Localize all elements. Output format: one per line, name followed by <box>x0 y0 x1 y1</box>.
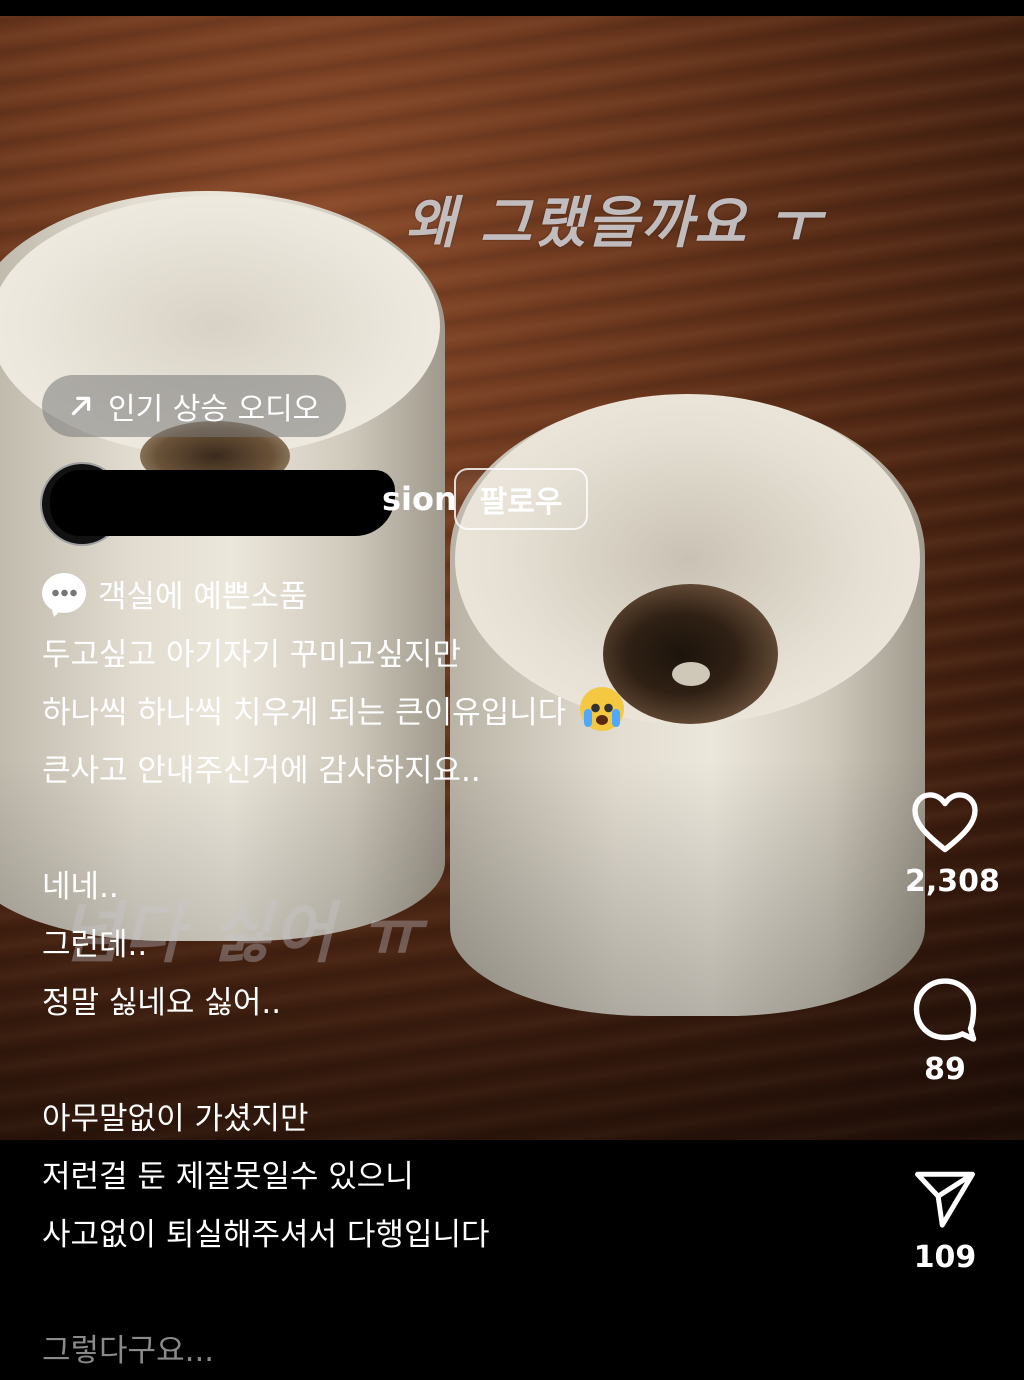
crying-face-icon <box>580 687 625 731</box>
caption-line: 사고없이 퇴실해주셔서 다행입니다 <box>42 1217 490 1253</box>
send-icon[interactable] <box>912 1168 978 1230</box>
status-bar <box>0 0 1024 16</box>
like-action: 2,308 <box>905 788 1000 899</box>
heart-icon[interactable] <box>909 788 981 854</box>
share-count: 109 <box>913 1240 977 1275</box>
comment-icon[interactable] <box>909 976 981 1042</box>
author-row: sion 팔로우 <box>40 462 640 546</box>
comment-action: 89 <box>905 976 985 1087</box>
caption-line: 그런데.. <box>42 927 148 963</box>
caption-line: 네네.. <box>42 869 119 905</box>
caption[interactable]: 객실에 예쁜소품 두고싶고 아기자기 꾸미고싶지만 하나씩 하나씩 치우게 되는… <box>42 568 802 1380</box>
caption-line: 아무말없이 가셨지만 <box>42 1101 309 1137</box>
like-count: 2,308 <box>905 864 1000 899</box>
caption-line: 하나씩 하나씩 치우게 되는 큰이유입니다 <box>42 684 802 742</box>
share-action: 109 <box>905 1168 985 1275</box>
caption-line: 큰사고 안내주신거에 감사하지요.. <box>42 753 481 789</box>
speech-bubble-icon <box>42 573 86 613</box>
caption-line: 객실에 예쁜소품 <box>42 568 802 626</box>
arrow-up-right-icon <box>71 396 91 416</box>
caption-line: 정말 싫네요 싫어.. <box>42 985 282 1021</box>
trending-audio-button[interactable]: 인기 상승 오디오 <box>42 375 346 437</box>
trending-audio-label: 인기 상승 오디오 <box>108 392 321 427</box>
caption-line-faded: 그렇다구요... <box>42 1333 215 1369</box>
redacted-username <box>50 470 395 536</box>
video-overlay-text-top: 왜 그랬을까요 ㅜ <box>405 191 823 256</box>
caption-line: 두고싶고 아기자기 꾸미고싶지만 <box>42 637 461 673</box>
username[interactable]: sion <box>382 480 457 518</box>
comment-count: 89 <box>924 1052 966 1087</box>
caption-line: 저런걸 둔 제잘못일수 있으니 <box>42 1159 414 1195</box>
follow-button[interactable]: 팔로우 <box>454 468 588 530</box>
